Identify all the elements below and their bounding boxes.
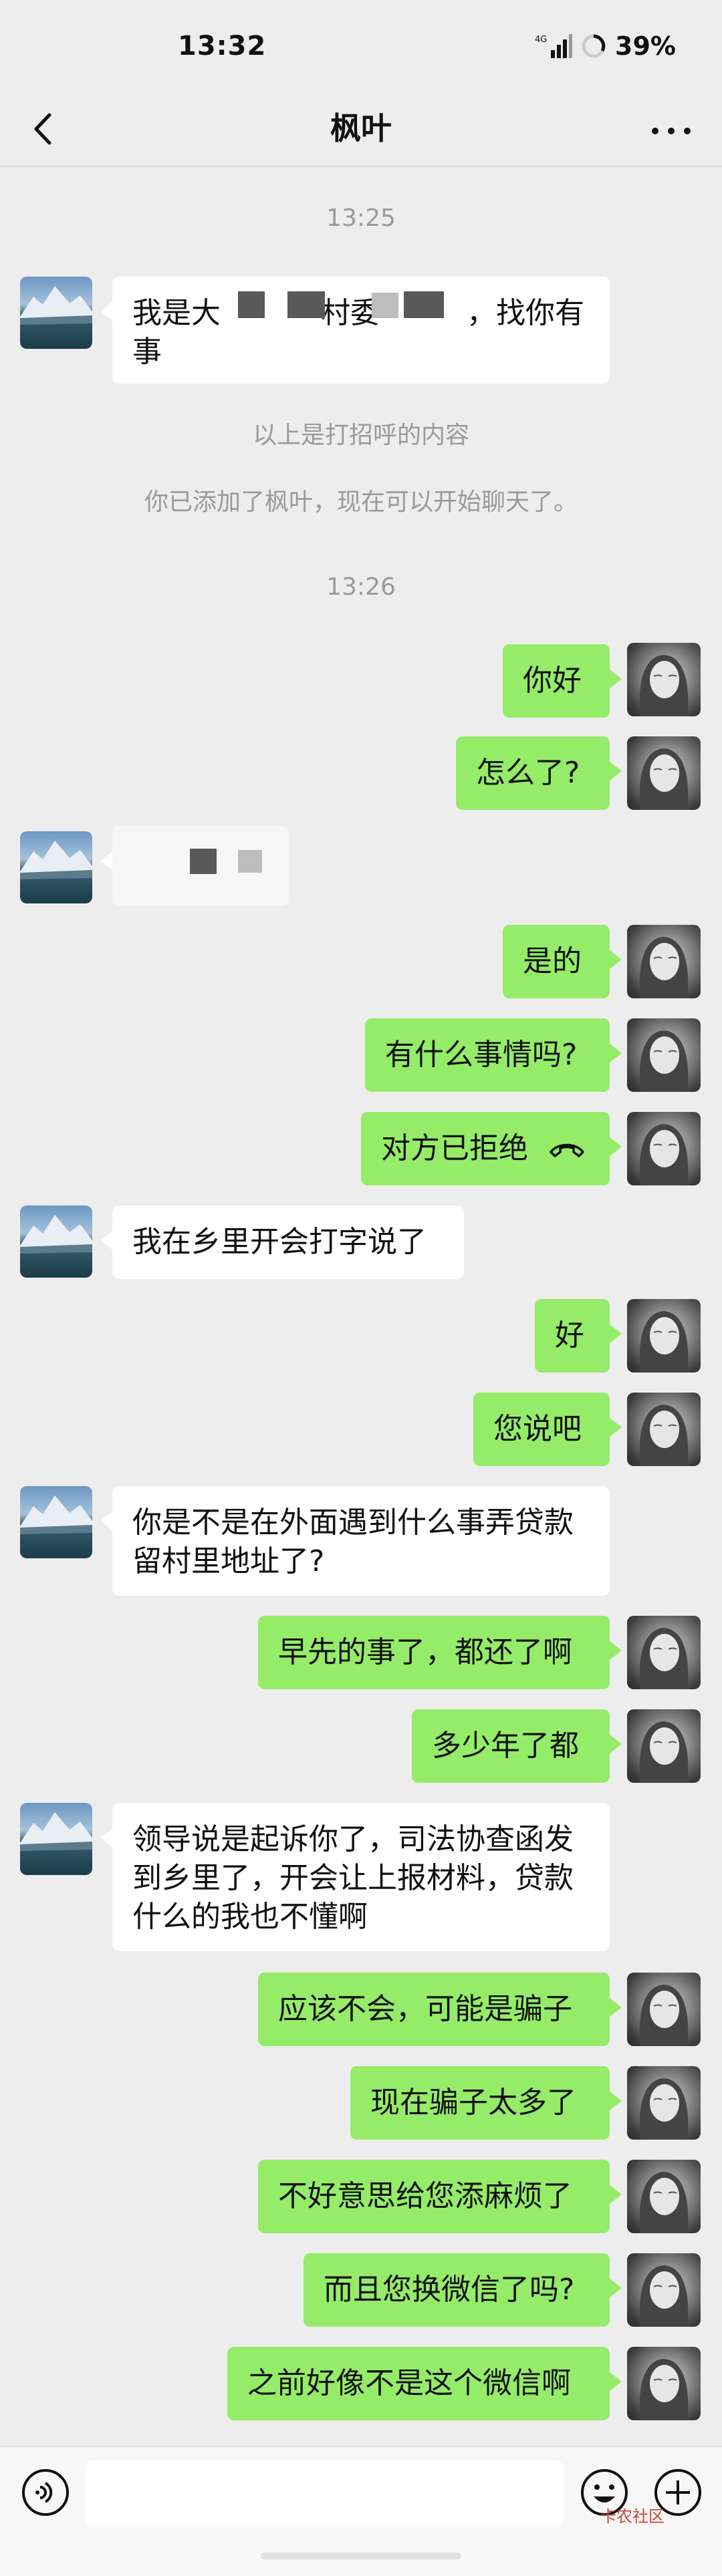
message-bubble-incoming[interactable]: 领导说是起诉你了，司法协查函发 到乡里了，开会让上报材料，贷款 什么的我也不懂啊 (100, 1803, 610, 1951)
message-bubble-incoming[interactable]: 你是不是在外面遇到什么事弄贷款 留村里地址了? (100, 1486, 610, 1596)
message-bubble-outgoing[interactable]: 之前好像不是这个微信啊 (227, 2347, 622, 2420)
my-avatar[interactable] (627, 1299, 701, 1373)
message-text: ，找你有 (467, 296, 584, 330)
message-bubble-outgoing[interactable]: 好 (535, 1299, 622, 1373)
message-text: 事 (132, 335, 162, 369)
message-bubble-outgoing[interactable]: 你好 (503, 644, 622, 718)
my-avatar[interactable] (627, 2160, 701, 2233)
contact-avatar[interactable] (20, 1486, 92, 1558)
home-indicator (261, 2553, 461, 2559)
my-avatar[interactable] (627, 736, 701, 810)
message-text: 我在乡里开会打字说了 (132, 1225, 427, 1259)
message-text: 怎么了? (476, 756, 580, 790)
redaction-block (238, 850, 262, 873)
message-bubble-outgoing[interactable]: 是的 (503, 925, 622, 998)
call-declined-bubble[interactable]: 对方已拒绝 (361, 1112, 622, 1185)
my-avatar[interactable] (627, 925, 701, 998)
message-text: 留村里地址了? (132, 1544, 325, 1578)
message-bubble-outgoing[interactable]: 怎么了? (456, 736, 622, 810)
status-icons: 4G 39% (535, 29, 676, 63)
message-bubble-incoming[interactable]: 我在乡里开会打字说了 (100, 1205, 464, 1279)
more-options-icon[interactable] (644, 111, 698, 151)
redaction-block (372, 293, 398, 318)
my-avatar[interactable] (627, 1616, 701, 1689)
battery-icon (582, 34, 606, 58)
my-avatar[interactable] (627, 1393, 701, 1466)
message-text: 多少年了都 (432, 1729, 579, 1763)
redaction-block (287, 291, 325, 318)
friend-added-note: 你已添加了枫叶，现在可以开始聊天了。 (144, 488, 578, 516)
my-avatar[interactable] (627, 1018, 701, 1092)
svg-text:4G: 4G (535, 35, 547, 45)
status-time: 13:32 (178, 31, 267, 61)
my-avatar[interactable] (627, 1112, 701, 1185)
message-text: 而且您换微信了吗? (324, 2273, 575, 2307)
message-bubble-outgoing[interactable]: 而且您换微信了吗? (304, 2253, 622, 2327)
message-text: 什么的我也不懂啊 (132, 1900, 368, 1934)
message-bubble-incoming[interactable]: 我是大 村委 ，找你有 事 (100, 277, 610, 384)
message-text: 到乡里了，开会让上报材料，贷款 (132, 1861, 574, 1895)
redaction-block (404, 291, 444, 318)
chat-header: 枫叶 (0, 94, 722, 167)
header-divider (0, 166, 722, 167)
signal-icon: 4G (535, 34, 572, 58)
watermark-text: 卡农社区 (600, 2507, 665, 2526)
timestamp: 13:25 (326, 204, 396, 232)
hangup-icon (550, 1143, 584, 1157)
redaction-block (238, 291, 265, 318)
contact-avatar[interactable] (20, 277, 92, 349)
battery-level: 39% (615, 31, 676, 61)
message-bubble-outgoing[interactable]: 不好意思给您添麻烦了 (258, 2160, 622, 2233)
message-text: 领导说是起诉你了，司法协查函发 (132, 1822, 574, 1856)
redaction-block (190, 849, 217, 874)
message-text: 有什么事情吗? (385, 1038, 578, 1072)
chat-title: 枫叶 (330, 110, 392, 146)
my-avatar[interactable] (627, 2347, 701, 2420)
message-text: 你是不是在外面遇到什么事弄贷款 (132, 1506, 574, 1540)
my-avatar[interactable] (627, 2066, 701, 2140)
my-avatar[interactable] (627, 1709, 701, 1783)
message-text: 之前好像不是这个微信啊 (247, 2366, 571, 2400)
contact-avatar[interactable] (20, 1803, 92, 1875)
status-bar: 13:32 4G 39% (0, 0, 722, 94)
message-text: 应该不会，可能是骗子 (278, 1992, 572, 2026)
my-avatar[interactable] (627, 2253, 701, 2327)
message-text: 村委 (321, 296, 380, 330)
message-text: 你好 (523, 664, 582, 698)
message-text: 现在骗子太多了 (370, 2086, 576, 2120)
timestamp: 13:26 (326, 573, 396, 601)
message-text: 我是大 (132, 296, 221, 330)
voice-input-icon[interactable] (20, 2467, 71, 2518)
contact-avatar[interactable] (20, 1205, 92, 1278)
greeting-note: 以上是打招呼的内容 (252, 422, 469, 449)
my-avatar[interactable] (627, 643, 701, 716)
my-avatar[interactable] (627, 1973, 701, 2046)
message-bubble-outgoing[interactable]: 多少年了都 (412, 1709, 622, 1783)
message-input[interactable] (86, 2460, 563, 2527)
message-text: 早先的事了，都还了啊 (278, 1635, 572, 1669)
message-bubble-outgoing[interactable]: 现在骗子太多了 (350, 2066, 622, 2140)
message-text: 是的 (523, 944, 582, 978)
message-text: 不好意思给您添麻烦了 (278, 2179, 572, 2213)
message-bubble-outgoing[interactable]: 您说吧 (473, 1393, 622, 1466)
contact-avatar[interactable] (20, 831, 92, 903)
message-text: 您说吧 (493, 1412, 582, 1446)
message-text: 对方已拒绝 (381, 1131, 528, 1165)
message-bubble-outgoing[interactable]: 应该不会，可能是骗子 (258, 1973, 622, 2046)
message-bubble-outgoing[interactable]: 早先的事了，都还了啊 (258, 1616, 622, 1689)
message-bubble-outgoing[interactable]: 有什么事情吗? (365, 1018, 622, 1092)
message-text: 好 (555, 1318, 584, 1352)
